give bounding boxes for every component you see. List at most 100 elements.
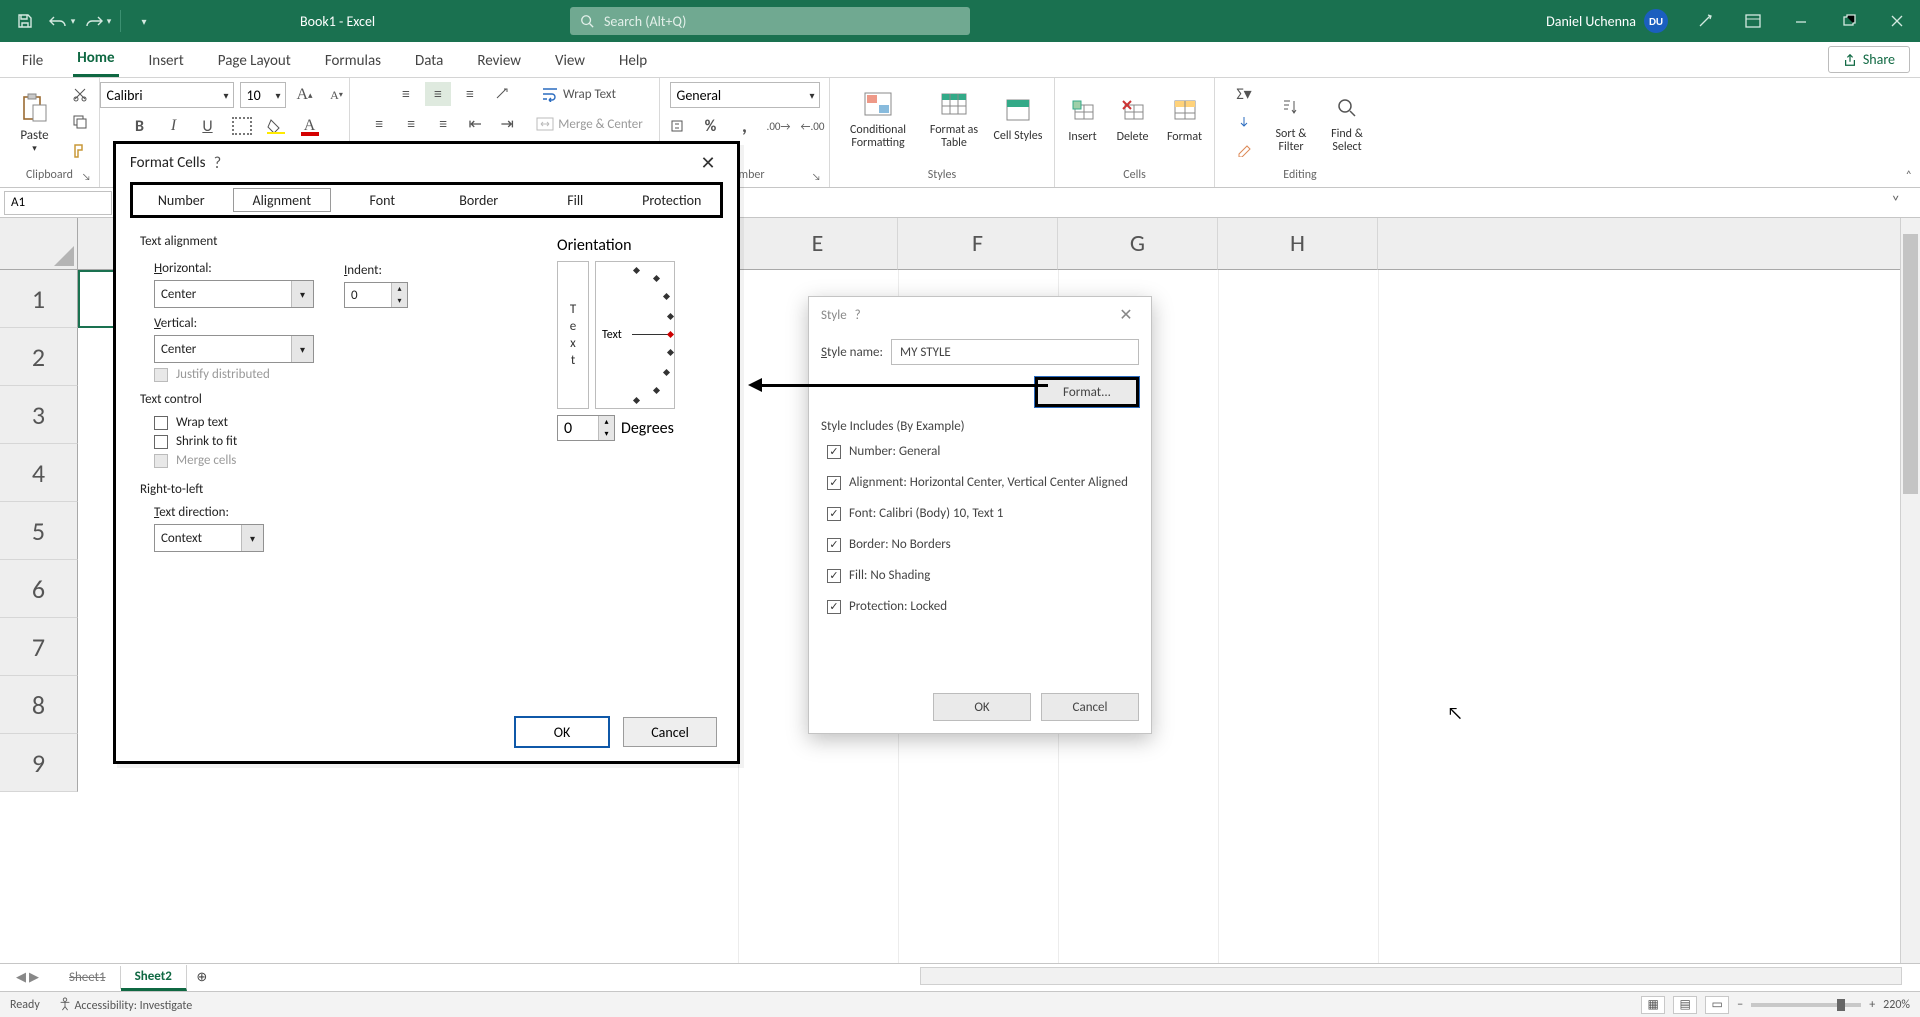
- zoom-in-button[interactable]: +: [1869, 998, 1875, 1012]
- font-name-dropdown[interactable]: Calibri: [100, 82, 234, 108]
- increase-decimal-icon[interactable]: .00→: [766, 114, 792, 138]
- sheet-nav[interactable]: ◀ ▶: [0, 970, 55, 985]
- align-middle-icon[interactable]: ≡: [425, 82, 451, 106]
- zoom-slider[interactable]: [1751, 1003, 1861, 1007]
- include-number-checkbox[interactable]: ✓Number: General: [809, 436, 1151, 467]
- number-launcher-icon[interactable]: ↘: [812, 170, 826, 184]
- find-select-button[interactable]: Find & Select: [1321, 86, 1373, 158]
- clipboard-launcher-icon[interactable]: ↘: [82, 170, 96, 184]
- percent-icon[interactable]: %: [698, 114, 724, 138]
- page-layout-view-icon[interactable]: ▤: [1673, 996, 1697, 1014]
- italic-button[interactable]: I: [161, 114, 187, 138]
- tab-view[interactable]: View: [551, 44, 589, 77]
- account-button[interactable]: Daniel Uchenna DU: [1546, 9, 1668, 33]
- decrease-indent-icon[interactable]: ⇤: [462, 112, 488, 136]
- accounting-format-icon[interactable]: [664, 114, 690, 138]
- tab-review[interactable]: Review: [473, 44, 525, 77]
- cut-button[interactable]: [67, 82, 93, 106]
- grow-font-icon[interactable]: A▴: [292, 83, 318, 107]
- align-right-icon[interactable]: ≡: [430, 112, 456, 136]
- tab-number[interactable]: Number: [133, 185, 230, 215]
- tab-page-layout[interactable]: Page Layout: [214, 44, 295, 77]
- row-header[interactable]: 4: [0, 444, 78, 502]
- ok-button[interactable]: OK: [515, 717, 609, 747]
- save-icon[interactable]: [8, 6, 42, 36]
- page-break-view-icon[interactable]: ▭: [1705, 996, 1729, 1014]
- number-format-dropdown[interactable]: General: [670, 82, 820, 108]
- align-top-icon[interactable]: ≡: [393, 82, 419, 106]
- fill-color-button[interactable]: [263, 114, 289, 138]
- increase-indent-icon[interactable]: ⇥: [494, 112, 520, 136]
- copy-button[interactable]: [67, 110, 93, 134]
- status-accessibility[interactable]: Accessibility: Investigate: [58, 997, 192, 1013]
- tab-help[interactable]: Help: [615, 44, 651, 77]
- collapse-ribbon-icon[interactable]: ˄: [1906, 169, 1912, 183]
- shrink-font-icon[interactable]: A▾: [324, 83, 350, 107]
- autosum-button[interactable]: Σ▾: [1227, 82, 1261, 106]
- dialog-titlebar[interactable]: Style ? ✕: [809, 297, 1151, 333]
- cell-styles-button[interactable]: Cell Styles: [991, 82, 1045, 154]
- row-header[interactable]: 7: [0, 618, 78, 676]
- qat-customize-icon[interactable]: ▾: [127, 6, 161, 36]
- scroll-thumb[interactable]: [1903, 234, 1918, 494]
- tab-insert[interactable]: Insert: [145, 44, 188, 77]
- vertical-text-button[interactable]: Text: [557, 261, 589, 409]
- delete-cells-button[interactable]: Delete: [1110, 82, 1156, 154]
- border-button[interactable]: [229, 114, 255, 138]
- include-border-checkbox[interactable]: ✓Border: No Borders: [809, 529, 1151, 560]
- select-all-triangle[interactable]: [0, 218, 78, 270]
- vertical-dropdown[interactable]: Center▾: [154, 335, 314, 363]
- row-header[interactable]: 1: [0, 270, 78, 328]
- format-painter-button[interactable]: [67, 138, 93, 162]
- conditional-formatting-button[interactable]: Conditional Formatting: [839, 82, 917, 154]
- ok-button[interactable]: OK: [933, 693, 1031, 721]
- tab-border[interactable]: Border: [431, 185, 528, 215]
- decrease-decimal-icon[interactable]: ←.00: [800, 114, 826, 138]
- zoom-out-button[interactable]: −: [1737, 998, 1743, 1012]
- bold-button[interactable]: B: [127, 114, 153, 138]
- close-icon[interactable]: ✕: [693, 152, 723, 174]
- cancel-button[interactable]: Cancel: [1041, 693, 1139, 721]
- align-bottom-icon[interactable]: ≡: [457, 82, 483, 106]
- row-header[interactable]: 5: [0, 502, 78, 560]
- comma-icon[interactable]: ,: [732, 114, 758, 138]
- maximize-button[interactable]: [1826, 0, 1872, 42]
- cancel-button[interactable]: Cancel: [623, 717, 717, 747]
- tab-font[interactable]: Font: [334, 185, 431, 215]
- coming-soon-icon[interactable]: [1682, 0, 1728, 42]
- column-header[interactable]: F: [898, 218, 1058, 270]
- column-header[interactable]: H: [1218, 218, 1378, 270]
- minimize-button[interactable]: [1778, 0, 1824, 42]
- vertical-scrollbar[interactable]: [1900, 218, 1920, 963]
- row-header[interactable]: 6: [0, 560, 78, 618]
- tab-protection[interactable]: Protection: [624, 185, 721, 215]
- redo-button[interactable]: ▾: [80, 6, 114, 36]
- row-header[interactable]: 8: [0, 676, 78, 734]
- format-as-table-button[interactable]: Format as Table: [921, 82, 987, 154]
- search-box[interactable]: Search (Alt+Q): [570, 7, 970, 35]
- include-font-checkbox[interactable]: ✓Font: Calibri (Body) 10, Text 1: [809, 498, 1151, 529]
- insert-cells-button[interactable]: Insert: [1060, 82, 1106, 154]
- new-sheet-button[interactable]: ⊕: [187, 970, 217, 985]
- degrees-spinner[interactable]: 0▴▾: [557, 415, 615, 441]
- indent-spinner[interactable]: 0▴▾: [344, 282, 408, 308]
- wrap-text-button[interactable]: Wrap Text: [541, 82, 616, 106]
- tab-home[interactable]: Home: [73, 41, 118, 77]
- include-fill-checkbox[interactable]: ✓Fill: No Shading: [809, 560, 1151, 591]
- column-header[interactable]: [1378, 218, 1920, 270]
- include-alignment-checkbox[interactable]: ✓Alignment: Horizontal Center, Vertical …: [809, 467, 1151, 498]
- close-button[interactable]: [1874, 0, 1920, 42]
- close-icon[interactable]: ✕: [1113, 305, 1139, 325]
- sort-filter-button[interactable]: Sort & Filter: [1265, 86, 1317, 158]
- horizontal-scrollbar[interactable]: [920, 967, 1902, 985]
- format-cells-button[interactable]: Format: [1160, 82, 1210, 154]
- tab-data[interactable]: Data: [411, 44, 447, 77]
- formula-bar-collapse-icon[interactable]: ˅: [1891, 193, 1900, 212]
- underline-button[interactable]: U: [195, 114, 221, 138]
- tab-alignment[interactable]: Alignment: [233, 188, 332, 212]
- style-name-input[interactable]: MY STYLE: [891, 339, 1139, 365]
- undo-button[interactable]: ▾: [44, 6, 78, 36]
- help-icon[interactable]: ?: [847, 308, 869, 323]
- format-button[interactable]: Format...: [1035, 377, 1139, 407]
- text-direction-dropdown[interactable]: Context▾: [154, 524, 264, 552]
